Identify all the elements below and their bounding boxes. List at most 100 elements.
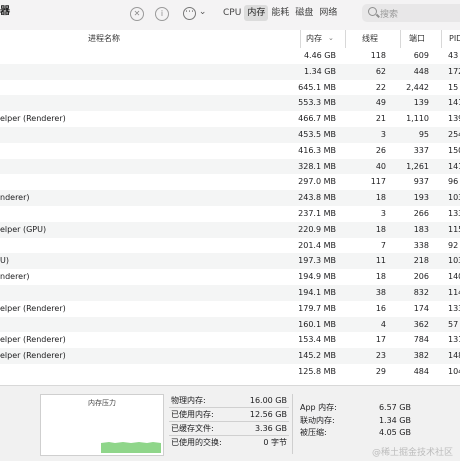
stat-row: 已使用内存: 12.56 GB xyxy=(169,408,289,422)
column-header-process-name[interactable]: 进程名称 xyxy=(88,30,120,48)
ports-cell: 95 xyxy=(418,129,429,139)
table-row[interactable]: U) 197.3 MB 11 218 103 xyxy=(0,253,460,270)
search-icon xyxy=(368,7,377,16)
stat-label: 已使用的交换: xyxy=(171,438,222,447)
stat-row: 已使用的交换: 0 字节 xyxy=(169,436,289,449)
threads-cell: 11 xyxy=(375,256,386,266)
ports-cell: 1,110 xyxy=(406,114,429,124)
more-actions-button[interactable]: ⋯ ⌄ xyxy=(183,7,206,20)
process-name-cell: elper (GPU) xyxy=(0,224,47,234)
pid-cell: 115 xyxy=(448,224,460,234)
ports-cell: 337 xyxy=(413,145,429,155)
process-name-cell: U) xyxy=(0,256,9,266)
table-row[interactable]: 160.1 MB 4 362 57 xyxy=(0,316,460,333)
table-row[interactable]: 4.46 GB 118 609 43 xyxy=(0,48,460,64)
stat-row: 已缓存文件: 3.36 GB xyxy=(169,422,289,436)
memory-cell: 4.46 GB xyxy=(303,51,336,60)
table-row[interactable]: nderer) 194.9 MB 18 206 1408 xyxy=(0,269,460,285)
memory-pressure-title: 内存压力 xyxy=(88,399,116,407)
ports-cell: 218 xyxy=(413,256,429,266)
process-name-cell: elper (Renderer) xyxy=(0,114,66,124)
table-row[interactable]: 1.34 GB 62 448 172 xyxy=(0,63,460,80)
table-row[interactable]: elper (Renderer) 179.7 MB 16 174 133 xyxy=(0,300,460,317)
stat-row: App 内存: 6.57 GB xyxy=(298,402,413,415)
column-header-memory[interactable]: 内存 xyxy=(300,30,346,48)
pid-cell: 103 xyxy=(448,256,460,266)
table-row[interactable]: 125.8 MB 29 484 104 xyxy=(0,363,460,380)
memory-stats-right: App 内存: 6.57 GB 联动内存: 1.34 GB 被压缩: 4.05 GB xyxy=(298,402,413,440)
ports-cell: 937 xyxy=(413,177,429,187)
ports-cell: 183 xyxy=(413,224,429,234)
stat-label: 联动内存: xyxy=(300,415,335,425)
stat-value: 0 字节 xyxy=(263,438,287,447)
pid-cell: 141 xyxy=(448,161,460,171)
table-row[interactable]: 237.1 MB 3 266 1334 xyxy=(0,205,460,222)
process-table: 4.46 GB118609431.34 GB62448172645.1 MB22… xyxy=(0,48,460,380)
pid-cell: 1487 xyxy=(448,351,460,361)
ports-cell: 609 xyxy=(413,51,429,60)
pid-cell: 1316 xyxy=(448,335,460,345)
pid-cell: 43 xyxy=(448,51,459,60)
table-row[interactable]: elper (Renderer) 145.2 MB 23 382 1487 xyxy=(0,348,460,364)
stat-value: 3.36 GB xyxy=(254,424,287,433)
memory-cell: 466.7 MB xyxy=(298,114,336,124)
tab-memory[interactable]: 内存 xyxy=(244,5,269,21)
process-name-cell: nderer) xyxy=(0,272,30,282)
memory-cell: 145.2 MB xyxy=(298,351,336,361)
memory-cell: 194.1 MB xyxy=(298,287,336,297)
column-header-ports[interactable]: 端口 xyxy=(400,30,441,48)
ports-cell: 2,442 xyxy=(406,82,429,92)
table-row[interactable]: 416.3 MB 26 337 150 xyxy=(0,142,460,159)
memory-cell: 243.8 MB xyxy=(298,193,336,203)
memory-cell: 220.9 MB xyxy=(298,224,336,234)
category-tabs: CPU 内存 能耗 磁盘 网络 xyxy=(220,5,340,21)
ports-cell: 484 xyxy=(413,366,429,376)
table-row[interactable]: 194.1 MB 38 832 114 xyxy=(0,284,460,301)
memory-cell: 197.3 MB xyxy=(298,256,336,266)
chevron-down-icon: ⌄ xyxy=(198,7,207,17)
table-row[interactable]: 645.1 MB 22 2,442 15 xyxy=(0,79,460,96)
threads-cell: 38 xyxy=(375,287,386,297)
stat-value: 1.34 GB xyxy=(378,415,411,425)
threads-cell: 7 xyxy=(380,240,386,250)
stop-process-icon[interactable]: ✕ xyxy=(130,7,144,21)
stat-label: 已使用内存: xyxy=(171,410,214,419)
tab-network[interactable]: 网络 xyxy=(316,5,340,21)
search-input[interactable]: 搜索 xyxy=(362,4,460,22)
threads-cell: 40 xyxy=(375,161,386,171)
ports-cell: 362 xyxy=(413,319,429,329)
search-placeholder: 搜索 xyxy=(380,10,399,20)
table-row[interactable]: 328.1 MB 40 1,261 141 xyxy=(0,158,460,175)
pid-cell: 96 xyxy=(448,177,459,187)
table-row[interactable]: 453.5 MB 3 95 254 xyxy=(0,126,460,143)
stat-value: 4.05 GB xyxy=(378,428,411,437)
pid-cell: 114 xyxy=(448,287,460,297)
table-row[interactable]: 297.0 MB 117 937 96 xyxy=(0,174,460,191)
tab-energy[interactable]: 能耗 xyxy=(268,5,292,21)
threads-cell: 26 xyxy=(375,145,386,155)
stat-row: 联动内存: 1.34 GB xyxy=(298,415,413,428)
memory-cell: 297.0 MB xyxy=(298,177,336,187)
pid-cell: 57 xyxy=(448,319,459,329)
pid-cell: 1394 xyxy=(448,114,460,124)
table-row[interactable]: 201.4 MB 7 338 92 xyxy=(0,237,460,254)
table-row[interactable]: nderer) 243.8 MB 18 193 103 xyxy=(0,190,460,206)
column-header-pid[interactable]: PID xyxy=(441,30,460,48)
table-row[interactable]: 553.3 MB 49 139 141 xyxy=(0,95,460,112)
memory-pressure-area xyxy=(101,442,161,453)
stat-value: 12.56 GB xyxy=(249,410,287,419)
memory-cell: 194.9 MB xyxy=(298,272,336,282)
memory-cell: 125.8 MB xyxy=(298,366,336,376)
table-row[interactable]: elper (GPU) 220.9 MB 18 183 115 xyxy=(0,221,460,238)
tab-disk[interactable]: 磁盘 xyxy=(292,5,316,21)
threads-cell: 21 xyxy=(375,114,386,124)
table-row[interactable]: elper (Renderer) 466.7 MB 21 1,110 1394 xyxy=(0,111,460,127)
ports-cell: 139 xyxy=(413,98,429,108)
info-icon[interactable]: i xyxy=(155,7,169,21)
stat-value: 6.57 GB xyxy=(378,403,411,412)
tab-cpu[interactable]: CPU xyxy=(220,5,244,21)
memory-cell: 179.7 MB xyxy=(298,303,336,313)
column-header-threads[interactable]: 线程 xyxy=(345,30,402,48)
threads-cell: 18 xyxy=(375,224,386,234)
table-row[interactable]: elper (Renderer) 153.4 MB 17 784 1316 xyxy=(0,332,460,349)
